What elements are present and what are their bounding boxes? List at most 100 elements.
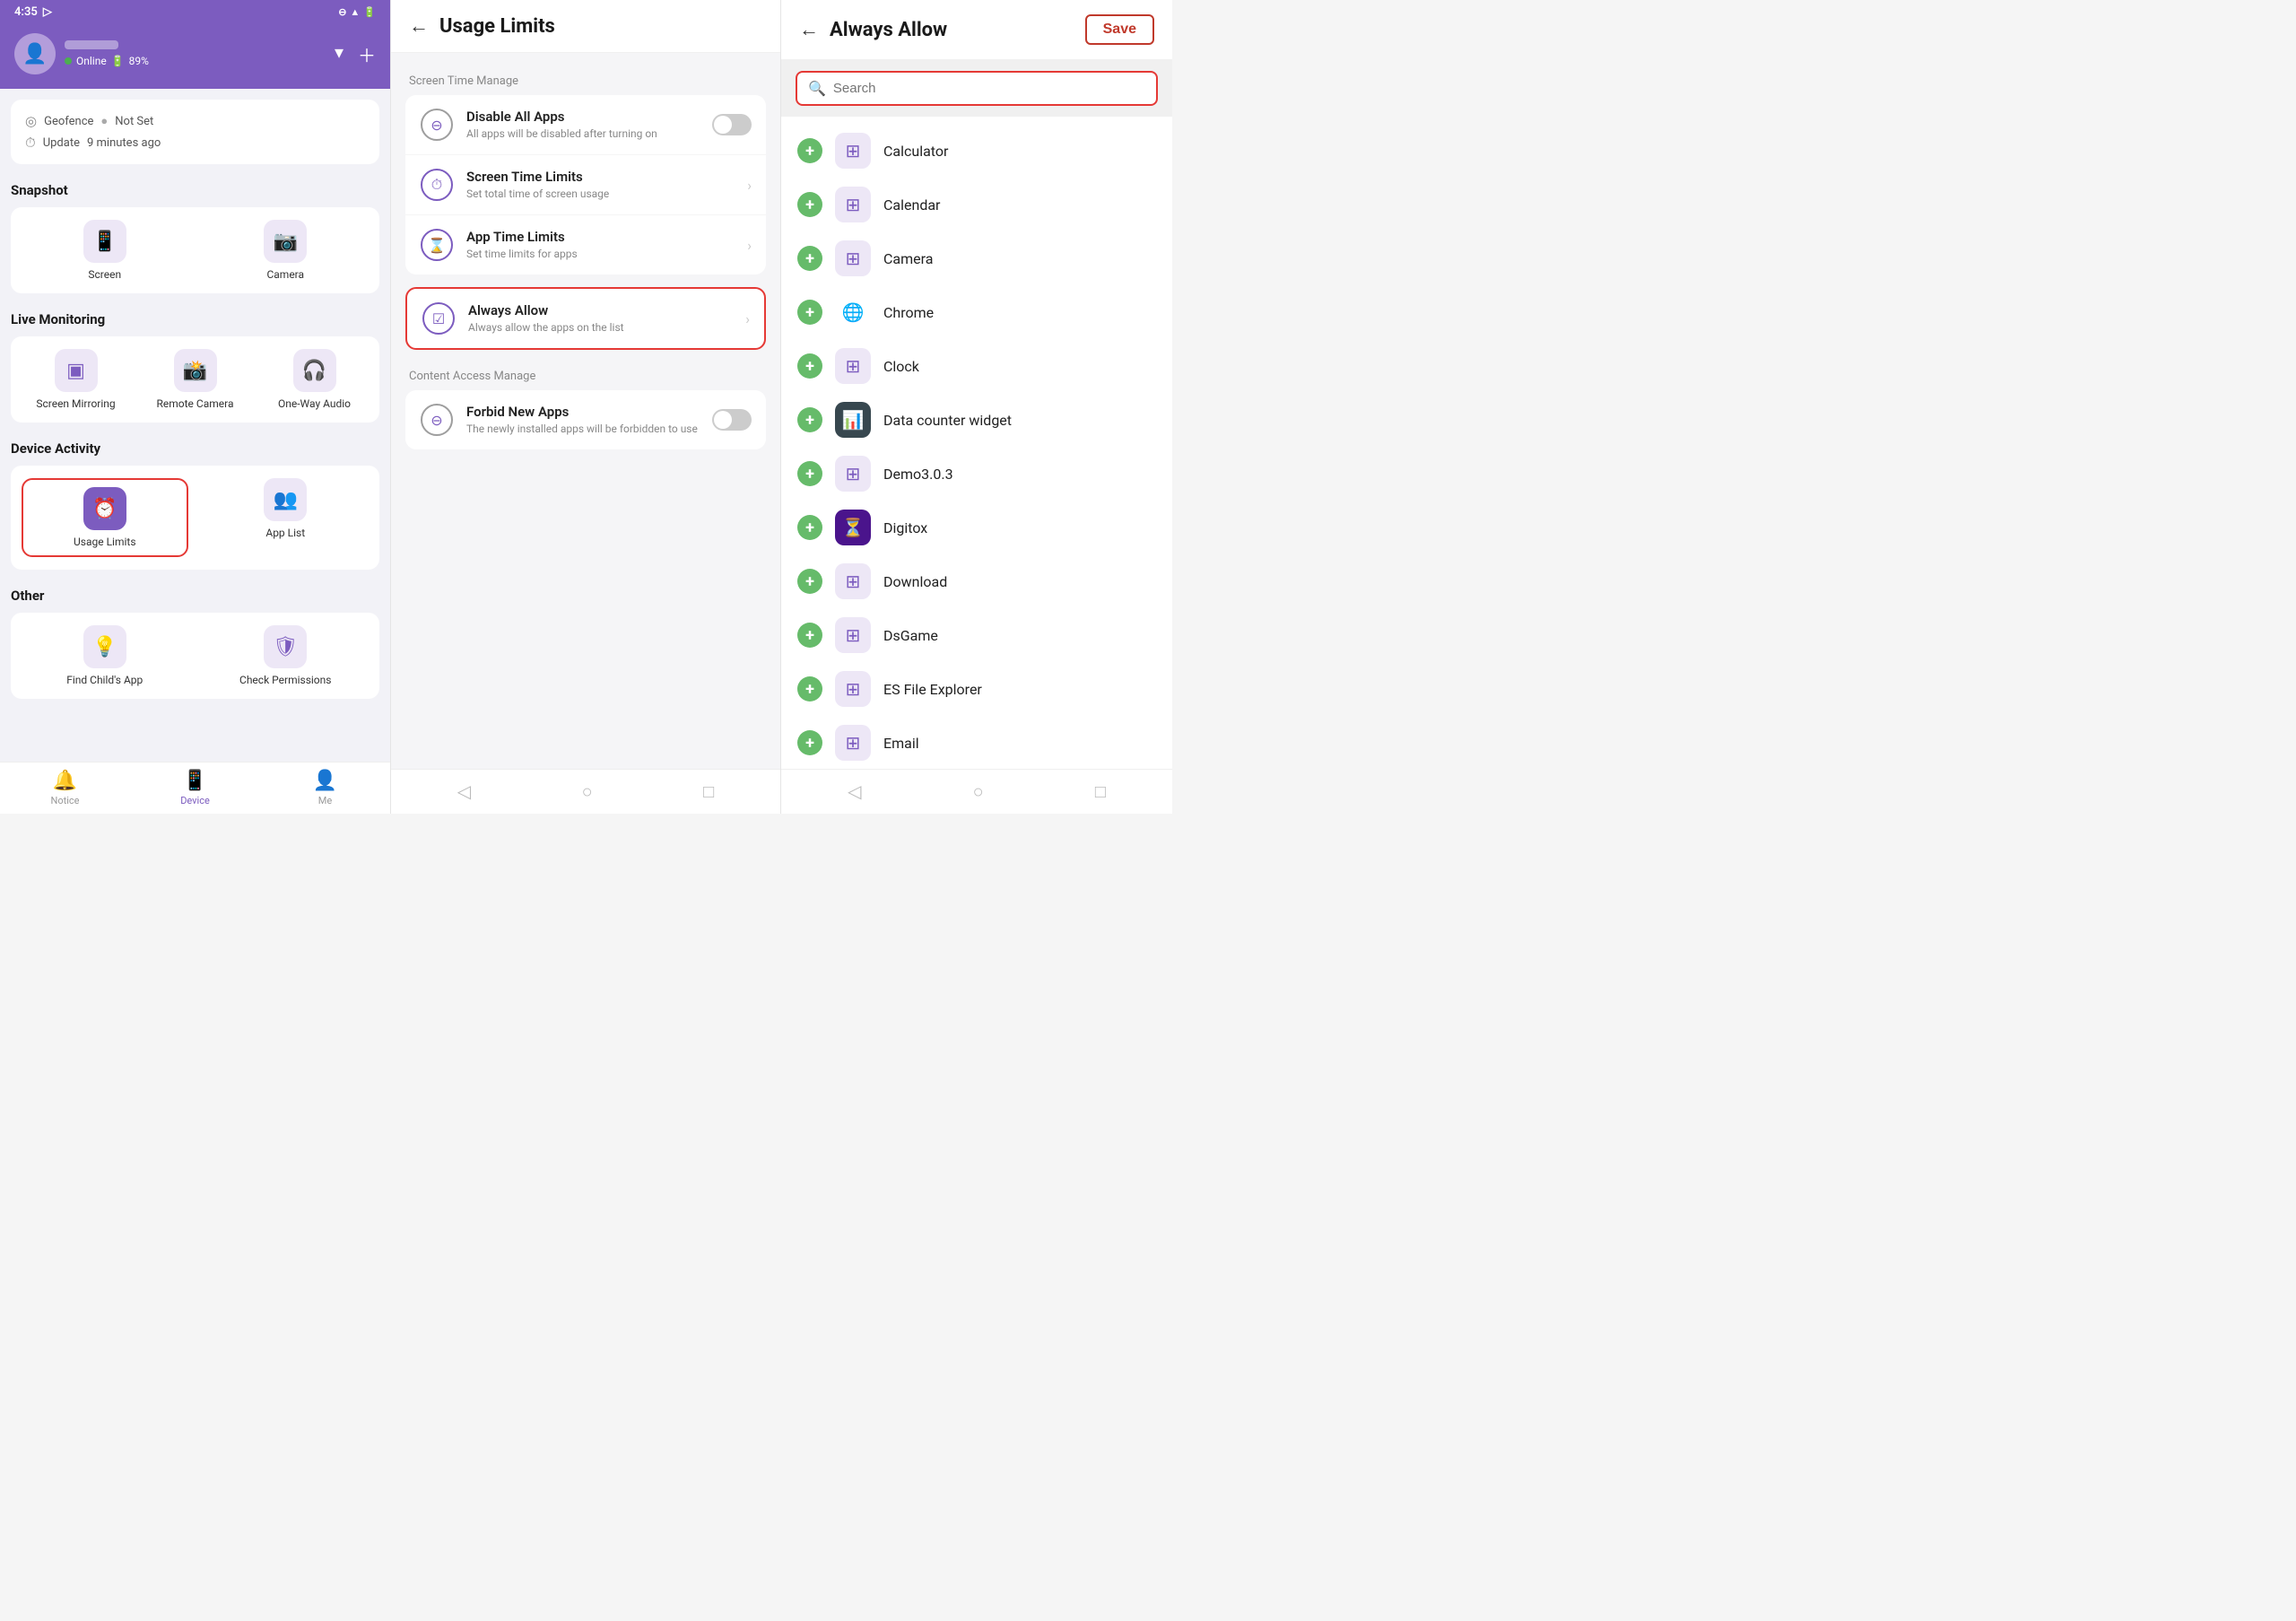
device-icon: 📱 bbox=[183, 770, 207, 792]
app-item[interactable]: + ⊞ Demo3.0.3 bbox=[781, 447, 1172, 501]
play-icon: ▷ bbox=[43, 5, 52, 19]
app-name-label: Camera bbox=[883, 250, 933, 267]
app-list-item[interactable]: 👥 App List bbox=[203, 478, 370, 557]
nav-device[interactable]: 📱 Device bbox=[130, 770, 260, 806]
nav-notice[interactable]: 🔔 Notice bbox=[0, 770, 130, 806]
app-item[interactable]: + 📊 Data counter widget bbox=[781, 393, 1172, 447]
middle-nav-back[interactable]: ◁ bbox=[457, 780, 471, 803]
disable-all-apps-item[interactable]: ⊖ Disable All Apps All apps will be disa… bbox=[405, 95, 766, 155]
one-way-audio-item[interactable]: 🎧 One-Way Audio bbox=[260, 349, 369, 410]
time-display: 4:35 bbox=[14, 5, 38, 19]
app-time-limits-item[interactable]: ⌛ App Time Limits Set time limits for ap… bbox=[405, 215, 766, 275]
search-input[interactable] bbox=[833, 81, 1145, 96]
geofence-label: Geofence bbox=[44, 115, 93, 128]
nav-me[interactable]: 👤 Me bbox=[260, 770, 390, 806]
forbid-new-apps-item[interactable]: ⊖ Forbid New Apps The newly installed ap… bbox=[405, 390, 766, 449]
right-header: ← Always Allow Save bbox=[781, 0, 1172, 60]
app-icon: ⊞ bbox=[835, 725, 871, 761]
forbid-new-apps-text: Forbid New Apps The newly installed apps… bbox=[466, 404, 700, 437]
middle-header: ← Usage Limits bbox=[391, 0, 780, 53]
app-icon: ⊞ bbox=[835, 617, 871, 653]
app-item[interactable]: + ⊞ Camera bbox=[781, 231, 1172, 285]
screen-mirroring-item[interactable]: ▣ Screen Mirroring bbox=[22, 349, 130, 410]
disable-all-apps-title: Disable All Apps bbox=[466, 109, 700, 125]
app-add-button[interactable]: + bbox=[797, 676, 822, 702]
add-icon[interactable]: ＋ bbox=[358, 41, 376, 67]
battery-icon: 🔋 bbox=[363, 6, 376, 18]
profile-bar: 👤 Online 🔋 89% ▾ ＋ bbox=[0, 24, 390, 89]
disable-icon-wrap: ⊖ bbox=[420, 108, 454, 142]
screen-mirroring-label: Screen Mirroring bbox=[36, 397, 115, 410]
app-add-button[interactable]: + bbox=[797, 407, 822, 432]
check-permissions-item[interactable]: 🛡 Check Permissions bbox=[203, 625, 370, 686]
check-permissions-icon: 🛡 bbox=[264, 625, 307, 668]
app-add-button[interactable]: + bbox=[797, 353, 822, 379]
right-nav-recents[interactable]: □ bbox=[1095, 780, 1106, 803]
app-name-label: Chrome bbox=[883, 304, 934, 321]
right-nav-back[interactable]: ◁ bbox=[848, 780, 861, 803]
remote-camera-item[interactable]: 📸 Remote Camera bbox=[141, 349, 249, 410]
notice-label: Notice bbox=[51, 795, 80, 806]
always-allow-item[interactable]: ☑ Always Allow Always allow the apps on … bbox=[407, 289, 764, 348]
app-add-button[interactable]: + bbox=[797, 730, 822, 755]
app-item[interactable]: + ⊞ Clock bbox=[781, 339, 1172, 393]
usage-limits-item[interactable]: ⏰ Usage Limits bbox=[22, 478, 188, 557]
app-time-limits-text: App Time Limits Set time limits for apps bbox=[466, 229, 735, 262]
screen-time-chevron: › bbox=[747, 177, 752, 194]
screen-time-limits-title: Screen Time Limits bbox=[466, 169, 735, 185]
app-add-button[interactable]: + bbox=[797, 515, 822, 540]
snapshot-camera-item[interactable]: 📷 Camera bbox=[203, 220, 370, 281]
remote-camera-icon: 📸 bbox=[174, 349, 217, 392]
app-item[interactable]: + ⊞ DsGame bbox=[781, 608, 1172, 662]
find-child-item[interactable]: 💡 Find Child's App bbox=[22, 625, 188, 686]
app-item[interactable]: + ⏳ Digitox bbox=[781, 501, 1172, 554]
app-add-button[interactable]: + bbox=[797, 192, 822, 217]
online-label: Online bbox=[76, 55, 107, 67]
dropdown-icon[interactable]: ▾ bbox=[335, 41, 344, 67]
snapshot-screen-item[interactable]: 📱 Screen bbox=[22, 220, 188, 281]
app-icon: ⊞ bbox=[835, 456, 871, 492]
forbid-new-apps-toggle[interactable] bbox=[712, 409, 752, 431]
search-bar: 🔍 bbox=[796, 71, 1158, 106]
app-icon: ⊞ bbox=[835, 133, 871, 169]
geofence-value: ● bbox=[100, 114, 108, 128]
app-list: + ⊞ Calculator + ⊞ Calendar + ⊞ Camera +… bbox=[781, 117, 1172, 769]
app-item[interactable]: + ⊞ Download bbox=[781, 554, 1172, 608]
sim-icon: ⊖ bbox=[338, 6, 346, 18]
app-time-chevron: › bbox=[747, 237, 752, 254]
app-time-icon: ⌛ bbox=[421, 229, 453, 261]
device-activity-grid: ⏰ Usage Limits 👥 App List bbox=[11, 466, 379, 570]
app-item[interactable]: + ⊞ ES File Explorer bbox=[781, 662, 1172, 716]
middle-nav-recents[interactable]: □ bbox=[703, 780, 714, 803]
app-add-button[interactable]: + bbox=[797, 569, 822, 594]
app-item[interactable]: + ⊞ Calendar bbox=[781, 178, 1172, 231]
screen-mirror-icon: ▣ bbox=[55, 349, 98, 392]
app-name-label: Clock bbox=[883, 358, 919, 375]
app-list-label: App List bbox=[265, 527, 305, 539]
app-item[interactable]: + ⊞ Email bbox=[781, 716, 1172, 769]
app-name-label: Data counter widget bbox=[883, 412, 1012, 429]
app-add-button[interactable]: + bbox=[797, 246, 822, 271]
app-item[interactable]: + 🌐 Chrome bbox=[781, 285, 1172, 339]
app-icon: ⊞ bbox=[835, 671, 871, 707]
save-button[interactable]: Save bbox=[1085, 14, 1154, 45]
disable-all-apps-toggle[interactable] bbox=[712, 114, 752, 135]
app-item[interactable]: + ⊞ Calculator bbox=[781, 124, 1172, 178]
clock-icon: ⏱ bbox=[25, 135, 36, 151]
screen-time-icon: ⏱ bbox=[421, 169, 453, 201]
app-add-button[interactable]: + bbox=[797, 300, 822, 325]
right-nav-home[interactable]: ○ bbox=[973, 780, 984, 803]
snapshot-camera-label: Camera bbox=[266, 268, 304, 281]
middle-back-button[interactable]: ← bbox=[409, 14, 429, 38]
always-allow-card[interactable]: ☑ Always Allow Always allow the apps on … bbox=[405, 287, 766, 350]
right-back-button[interactable]: ← bbox=[799, 18, 819, 41]
app-add-button[interactable]: + bbox=[797, 138, 822, 163]
app-icon: 📊 bbox=[835, 402, 871, 438]
camera-icon: 📷 bbox=[264, 220, 307, 263]
middle-nav-home[interactable]: ○ bbox=[582, 780, 593, 803]
screen-icon: 📱 bbox=[83, 220, 126, 263]
app-add-button[interactable]: + bbox=[797, 623, 822, 648]
disable-icon: ⊖ bbox=[421, 109, 453, 141]
app-add-button[interactable]: + bbox=[797, 461, 822, 486]
screen-time-limits-item[interactable]: ⏱ Screen Time Limits Set total time of s… bbox=[405, 155, 766, 215]
